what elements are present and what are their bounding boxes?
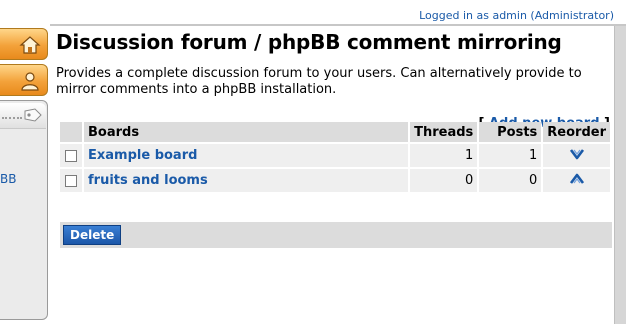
row-select-cell xyxy=(60,144,82,167)
select-column-header xyxy=(60,122,82,142)
sidebar-panel-header[interactable] xyxy=(0,103,46,129)
table-footer: Delete xyxy=(60,222,612,248)
boards-column-header: Boards xyxy=(84,122,409,142)
sidebar: BB xyxy=(0,0,50,324)
panel-divider xyxy=(2,117,22,119)
threads-cell: 1 xyxy=(410,144,478,167)
threads-column-header: Threads xyxy=(410,122,478,142)
posts-cell: 0 xyxy=(479,169,542,192)
board-link[interactable]: Example board xyxy=(88,148,197,163)
delete-button[interactable]: Delete xyxy=(63,225,122,245)
sidebar-panel xyxy=(0,100,48,320)
threads-cell: 0 xyxy=(410,169,478,192)
posts-cell: 1 xyxy=(479,144,542,167)
users-icon xyxy=(19,70,41,92)
reorder-column-header: Reorder xyxy=(543,122,610,142)
reorder-cell xyxy=(543,144,610,167)
sidebar-tab-users[interactable] xyxy=(0,64,48,96)
reorder-cell xyxy=(543,169,610,192)
row-select-cell xyxy=(60,169,82,192)
scrollbar[interactable] xyxy=(614,26,626,324)
sidebar-link-phpbb[interactable]: BB xyxy=(0,172,16,186)
table-header-row: Boards Threads Posts Reorder xyxy=(60,122,610,142)
row-checkbox[interactable] xyxy=(65,149,77,162)
board-name-cell: Example board xyxy=(84,144,409,167)
move-up-icon[interactable] xyxy=(569,173,585,189)
home-icon xyxy=(19,34,41,56)
table-row: Example board 1 1 xyxy=(60,144,610,167)
board-name-cell: fruits and looms xyxy=(84,169,409,192)
tag-icon xyxy=(23,107,43,127)
sidebar-tab-home[interactable] xyxy=(0,28,48,60)
move-down-icon[interactable] xyxy=(569,148,585,164)
boards-table: Boards Threads Posts Reorder Example boa… xyxy=(58,120,612,194)
row-checkbox[interactable] xyxy=(65,174,77,187)
board-link[interactable]: fruits and looms xyxy=(88,173,208,188)
posts-column-header: Posts xyxy=(479,122,542,142)
boards-area: Boards Threads Posts Reorder Example boa… xyxy=(56,0,612,324)
table-row: fruits and looms 0 0 xyxy=(60,169,610,192)
